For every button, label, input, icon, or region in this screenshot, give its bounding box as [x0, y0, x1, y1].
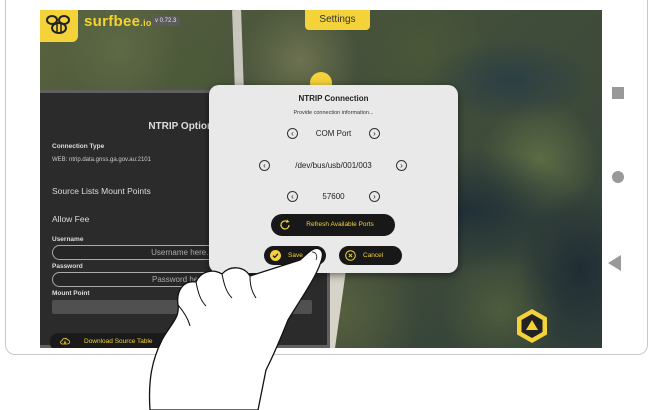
connection-type-value[interactable]: WEB: ntrip.data.gnss.ga.gov.au:2101 [52, 157, 151, 163]
allow-fee-label[interactable]: Allow Fee [52, 214, 89, 224]
refresh-icon [280, 219, 290, 230]
mount-point-label: Mount Point [52, 290, 90, 297]
password-input[interactable]: Password here... [52, 272, 312, 287]
brand-name: surfbee.io [84, 13, 152, 30]
ntrip-connection-dialog: NTRIP Connection Provide connection info… [209, 85, 458, 273]
logo[interactable] [40, 10, 78, 42]
recent-apps-icon[interactable] [612, 87, 624, 99]
password-label: Password [52, 263, 83, 270]
cloud-download-icon [60, 337, 70, 345]
chevron-right-icon[interactable]: › [369, 191, 380, 202]
settings-button[interactable]: Settings [305, 10, 370, 30]
port-type-value: COM Port [315, 129, 352, 138]
chevron-right-icon[interactable]: › [369, 128, 380, 139]
download-source-table-button[interactable]: Download Source Table [50, 333, 176, 348]
baud-rate-value: 57600 [322, 192, 345, 201]
connection-type-label: Connection Type [52, 143, 105, 150]
port-type-selector: ‹ COM Port › [209, 128, 458, 142]
username-label: Username [52, 236, 84, 243]
source-lists-label[interactable]: Source Lists Mount Points [52, 186, 151, 196]
device-selector: ‹ /dev/bus/usb/001/003 › [209, 160, 458, 174]
save-button[interactable]: Save [264, 246, 326, 265]
baud-rate-selector: ‹ 57600 › [209, 191, 458, 205]
cancel-button[interactable]: Cancel [339, 246, 402, 265]
home-icon[interactable] [612, 171, 624, 183]
back-icon[interactable] [608, 255, 621, 271]
dialog-title: NTRIP Connection [298, 94, 369, 103]
version-badge: v 0.72.3 [151, 16, 181, 26]
device-path-value: /dev/bus/usb/001/003 [295, 161, 372, 170]
dialog-subtitle: Provide connection information... [293, 110, 374, 116]
navigation-arrow-icon[interactable] [514, 308, 550, 344]
bee-icon [46, 15, 70, 34]
check-icon [270, 250, 281, 261]
mount-point-input[interactable] [52, 300, 312, 314]
close-icon [345, 250, 356, 261]
refresh-ports-button[interactable]: Refresh Available Ports [271, 214, 395, 236]
chevron-right-icon[interactable]: › [396, 160, 407, 171]
